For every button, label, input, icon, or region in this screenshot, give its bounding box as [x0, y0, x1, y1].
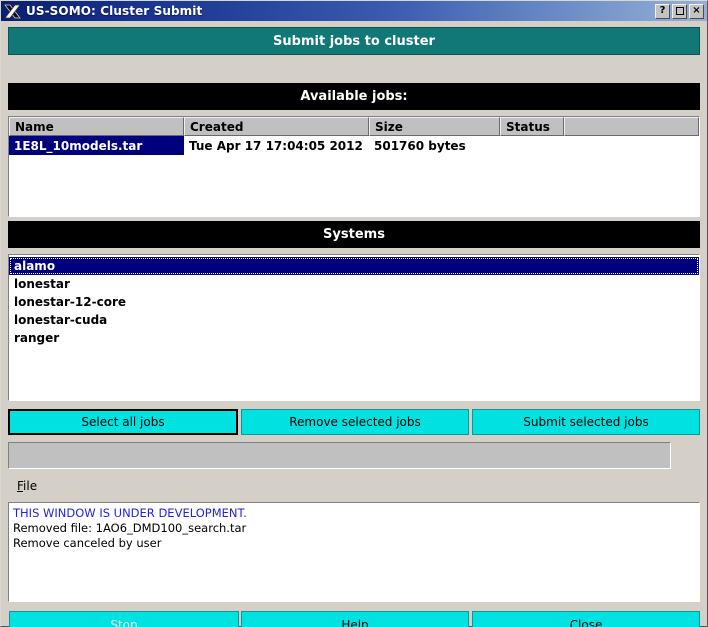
stop-button[interactable]: Stop — [9, 611, 239, 627]
systems-header: Systems — [8, 221, 700, 248]
job-extra-cell[interactable] — [564, 136, 699, 155]
menu-item-file[interactable]: File — [11, 477, 43, 495]
system-item-lonestar-12-core[interactable]: lonestar-12-core — [9, 293, 699, 311]
system-item-alamo[interactable]: alamo — [9, 257, 699, 275]
help-window-button[interactable]: ? — [655, 3, 670, 19]
submit-selected-jobs-button[interactable]: Submit selected jobs — [472, 409, 700, 435]
column-header-name[interactable]: Name — [9, 117, 184, 136]
close-button[interactable]: Close — [472, 611, 700, 627]
log-line: Remove canceled by user — [13, 536, 162, 550]
progress-bar — [8, 442, 671, 469]
maximize-window-button[interactable] — [672, 3, 687, 19]
column-header-size[interactable]: Size — [369, 117, 500, 136]
systems-list[interactable]: alamo lonestar lonestar-12-core lonestar… — [8, 254, 700, 401]
close-window-button[interactable]: × — [689, 3, 704, 19]
table-row[interactable]: 1E8L_10models.tar Tue Apr 17 17:04:05 20… — [9, 136, 699, 155]
remove-selected-jobs-button[interactable]: Remove selected jobs — [241, 409, 469, 435]
jobs-table-header-row: Name Created Size Status — [9, 117, 699, 136]
menubar: File — [7, 474, 701, 498]
column-header-spacer[interactable] — [564, 117, 699, 136]
system-item-lonestar[interactable]: lonestar — [9, 275, 699, 293]
column-header-created[interactable]: Created — [184, 117, 369, 136]
window-controls: ? × — [655, 3, 707, 19]
select-all-jobs-button[interactable]: Select all jobs — [8, 409, 238, 435]
job-status-cell[interactable] — [500, 136, 564, 155]
available-jobs-header-label: Available jobs: — [300, 89, 408, 104]
available-jobs-table[interactable]: Name Created Size Status 1E8L_10models.t… — [8, 116, 700, 217]
system-item-lonestar-cuda[interactable]: lonestar-cuda — [9, 311, 699, 329]
x-logo-icon — [3, 2, 23, 21]
log-panel[interactable]: THIS WINDOW IS UNDER DEVELOPMENT. Remove… — [8, 502, 700, 602]
log-line: THIS WINDOW IS UNDER DEVELOPMENT. — [13, 506, 247, 520]
submit-jobs-banner-label: Submit jobs to cluster — [273, 33, 435, 49]
maximize-icon — [675, 7, 684, 15]
job-created-cell[interactable]: Tue Apr 17 17:04:05 2012 — [184, 136, 369, 155]
systems-header-label: Systems — [323, 227, 385, 242]
available-jobs-header: Available jobs: — [8, 83, 700, 110]
job-size-cell[interactable]: 501760 bytes — [369, 136, 500, 155]
cluster-submit-window: US-SOMO: Cluster Submit ? × Submit jobs … — [0, 0, 708, 627]
window-client-area: Submit jobs to cluster Available jobs: N… — [0, 21, 708, 627]
column-header-status[interactable]: Status — [500, 117, 564, 136]
log-line: Removed file: 1AO6_DMD100_search.tar — [13, 521, 247, 535]
system-item-ranger[interactable]: ranger — [9, 329, 699, 347]
submit-jobs-banner: Submit jobs to cluster — [8, 27, 700, 55]
window-titlebar[interactable]: US-SOMO: Cluster Submit ? × — [0, 0, 708, 21]
help-button[interactable]: Help — [241, 611, 469, 627]
window-title: US-SOMO: Cluster Submit — [26, 4, 203, 18]
job-name-cell[interactable]: 1E8L_10models.tar — [9, 136, 184, 155]
